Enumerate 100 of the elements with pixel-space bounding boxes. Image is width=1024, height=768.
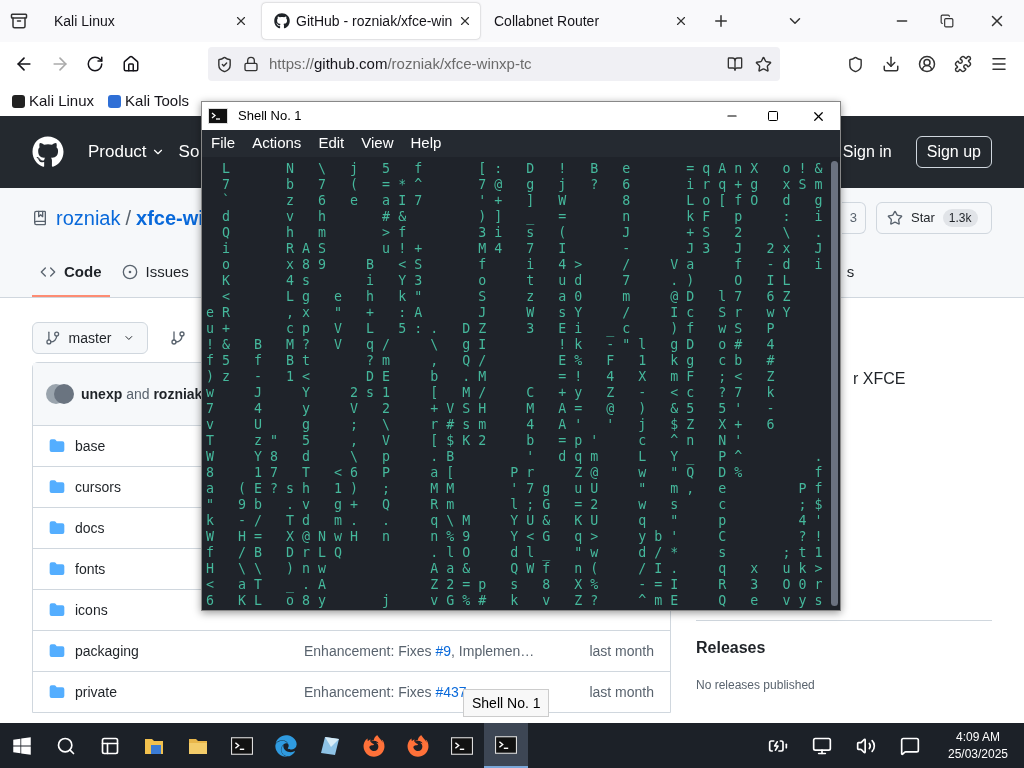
network-icon[interactable] [812, 735, 832, 756]
reload-icon[interactable] [86, 55, 104, 73]
terminal-line: 7 4 y V 2 + V S H M A = @ ) & 5 5 ' - [206, 401, 776, 417]
repo-name-link[interactable]: xfce-wi [136, 203, 204, 233]
commit-time: last month [589, 641, 654, 661]
maximize-icon[interactable] [767, 110, 779, 122]
notification-icon[interactable] [900, 735, 920, 756]
terminal-line: L N \ j 5 f [ : D ! B e = q A n X o ! & [221, 161, 824, 177]
commit-time: last month [589, 682, 654, 702]
menu-item[interactable]: Actions [252, 132, 302, 155]
restore-icon[interactable] [940, 14, 954, 28]
repo-icon [32, 210, 48, 226]
new-tab-icon[interactable] [712, 12, 730, 30]
folder-icon [49, 684, 65, 700]
bookmark[interactable]: Kali Tools [108, 89, 189, 113]
star-button[interactable]: Star 1.3k [876, 202, 992, 234]
fork-count-button[interactable]: 3 [842, 202, 866, 234]
commit-message: Enhancement: Fixes #9, Implemen… [304, 641, 535, 661]
terminal-line: 8 1 7 T < 6 P a [ P r Z @ w " Q D % f [206, 465, 824, 481]
terminal-line: f / B D r L Q . l O d l _ " w d / * s ; t 1 [206, 545, 824, 561]
commit-authors: unexp and rozniak [81, 384, 203, 404]
sign-in-link[interactable]: Sign in [842, 140, 892, 164]
terminal-line: u + c p V L 5 : . D Z 3 E i _ c ) f w S P [206, 321, 776, 337]
search-icon [56, 735, 76, 756]
terminal-icon [208, 108, 228, 124]
account-icon[interactable] [918, 55, 936, 73]
lock-icon[interactable] [243, 56, 259, 72]
bookmark-star-icon[interactable] [755, 55, 772, 73]
issue-link[interactable]: #9 [435, 642, 452, 659]
taskbar-button[interactable] [484, 723, 528, 768]
code-icon [40, 264, 56, 280]
terminal-line: ` z 6 e a I 7 ' + ] W 8 L o [ f O d g [221, 193, 824, 209]
repo-tab[interactable]: s [838, 249, 863, 297]
repo-tab[interactable]: Code [32, 249, 110, 297]
terminal-line: H \ \ ) n w A a & Q W f n ( / I . q x u k > [206, 561, 824, 577]
close-icon[interactable] [234, 14, 248, 28]
issue-icon [121, 264, 138, 280]
windows-logo-icon [12, 735, 32, 756]
terminal-line: o x 8 9 B < S f i 4 > / V a f - d i [221, 257, 824, 273]
file-name-link[interactable]: private [75, 681, 118, 703]
about-text: r XFCE [853, 369, 907, 389]
github-logo-icon[interactable] [32, 136, 64, 168]
volume-icon[interactable] [856, 735, 876, 756]
browser-tab[interactable]: Kali Linux [42, 3, 260, 39]
terminal-line: 7 b 7 ( = * ^ 7 @ g j ? 6 i r q + g x S m [221, 177, 824, 193]
bookmark[interactable]: Kali Linux [12, 89, 95, 113]
browser-tab[interactable]: Collabnet Router [482, 3, 700, 39]
address-bar[interactable]: https://github.com/rozniak/xfce-winxp-tc [208, 47, 780, 81]
path-separator: / [125, 206, 132, 231]
terminal-icon [495, 735, 517, 754]
tab-list-icon[interactable] [10, 12, 28, 30]
file-name-link[interactable]: docs [75, 517, 105, 539]
folder-icon [49, 643, 65, 659]
app-icon [319, 734, 341, 757]
file-name-link[interactable]: fonts [75, 558, 106, 580]
terminal-line: T z " 5 , V [ $ K 2 b = p ' c ^ n N ' [206, 433, 744, 449]
releases-empty-text: No releases published [696, 677, 816, 694]
extensions-icon[interactable] [954, 55, 972, 73]
home-icon[interactable] [122, 55, 140, 73]
file-name-link[interactable]: base [75, 435, 106, 457]
folder-icon [49, 602, 65, 618]
close-icon[interactable] [674, 14, 688, 28]
menu-item[interactable]: File [211, 132, 236, 155]
folder-icon [49, 479, 65, 495]
file-name-link[interactable]: packaging [75, 640, 139, 662]
github-logo-icon [274, 13, 290, 29]
file-name-link[interactable]: cursors [75, 476, 121, 498]
url-text: https://github.com/rozniak/xfce-winxp-tc [269, 53, 532, 74]
menu-item[interactable]: Help [410, 132, 442, 155]
repo-owner-link[interactable]: rozniak [56, 203, 121, 233]
nav-link[interactable]: So [178, 139, 200, 165]
menu-item[interactable]: View [361, 132, 394, 155]
browser-icon [407, 734, 429, 757]
clock[interactable]: 4:09 AM 25/03/2025 [932, 728, 1024, 763]
terminal-line: < L g e h k " S z a 0 m @ D l 7 6 Z [221, 289, 792, 305]
terminal-line: " 9 b . v g + Q R m l ; G = 2 w s c ; $ [206, 497, 824, 513]
terminal-line: ! & B M ? V q / \ g I ! k - " l g D o # 4 [206, 337, 776, 353]
menu-icon[interactable] [990, 55, 1008, 73]
tab-title: GitHub - rozniak/xfce-win [296, 11, 453, 31]
terminal-line: f 5 f B t ? m , Q / E % F 1 k g c b # [206, 353, 776, 369]
terminal-line: a ( E ? s h 1 ) ; M M ' 7 g u U " m , e P f [206, 481, 824, 497]
file-name-link[interactable]: icons [75, 599, 108, 621]
tab-title: Kali Linux [54, 11, 116, 31]
terminal-line: W H = X @ N w H n n % 9 Y < G q > y b ' C ? ! [206, 529, 824, 545]
sign-up-button[interactable]: Sign up [915, 136, 992, 168]
shield-icon[interactable] [216, 55, 233, 73]
task-view-icon [100, 735, 120, 756]
download-icon[interactable] [882, 55, 900, 73]
star-count: 1.3k [942, 209, 978, 227]
browser-icon [275, 734, 297, 757]
reader-view-icon[interactable] [727, 56, 743, 72]
nav-menu[interactable]: Product [88, 139, 165, 165]
branches-icon[interactable] [170, 330, 186, 346]
terminal-line: Q h m > f 3 i s ( J + S 2 \ . [221, 225, 824, 241]
browser-tab[interactable]: GitHub - rozniak/xfce-win [262, 3, 480, 39]
folder-icon [49, 438, 65, 454]
repo-tab[interactable]: Issues [113, 249, 197, 297]
window-tooltip: Shell No. 1 [463, 689, 550, 717]
menu-item[interactable]: Edit [318, 132, 345, 155]
branch-button[interactable]: master [32, 322, 148, 354]
